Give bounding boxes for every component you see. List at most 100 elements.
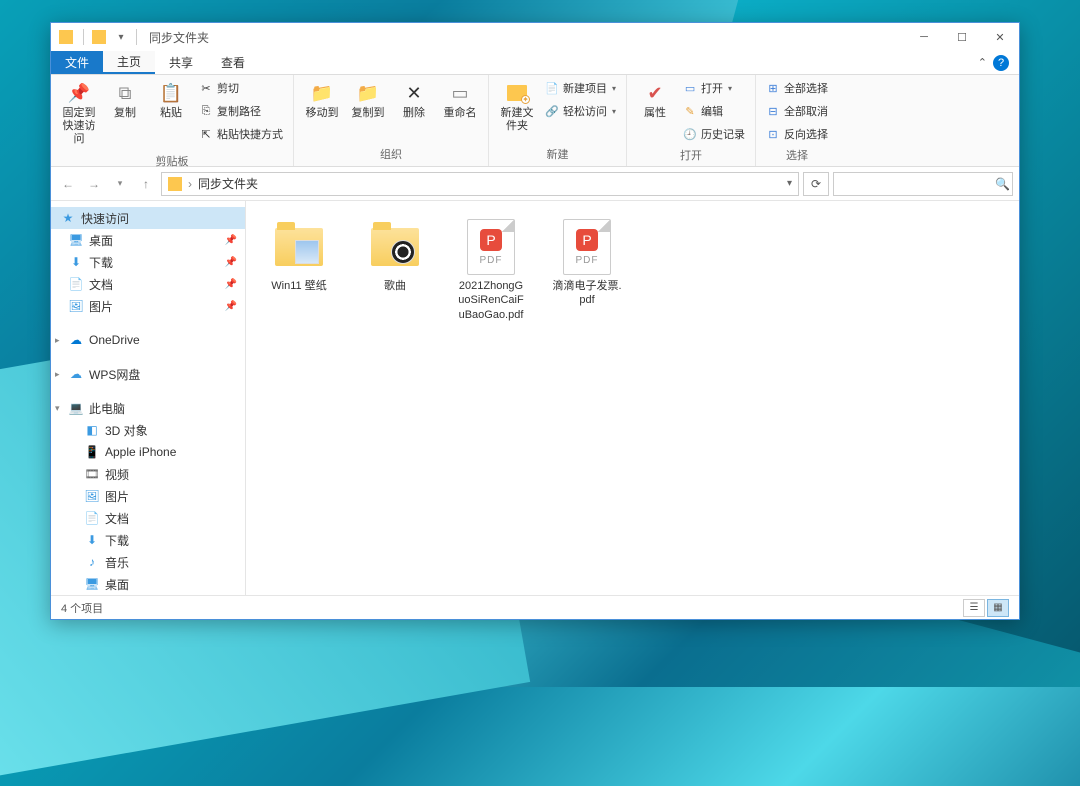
ribbon-group-open: ✔ 属性 ▭打开▾ ✎编辑 🕘历史记录 打开: [627, 75, 756, 166]
tab-share[interactable]: 共享: [155, 51, 207, 74]
invert-selection-button[interactable]: ⊡反向选择: [762, 123, 832, 145]
cut-button[interactable]: ✂剪切: [195, 77, 287, 99]
paste-shortcut-button[interactable]: ⇱粘贴快捷方式: [195, 123, 287, 145]
rename-icon: ▭: [448, 81, 472, 105]
folder-icon: [168, 177, 182, 191]
sidebar-item-downloads[interactable]: ⬇下载📌: [51, 251, 245, 273]
sidebar-item-music[interactable]: ♪音乐: [51, 551, 245, 573]
forward-button[interactable]: →: [83, 173, 105, 195]
sidebar-item-iphone[interactable]: 📱Apple iPhone: [51, 441, 245, 463]
qat-properties-icon[interactable]: [92, 30, 106, 44]
file-label: Win11 壁纸: [271, 279, 326, 293]
minimize-button[interactable]: ─: [905, 23, 943, 51]
file-item-pdf[interactable]: PPDF 滴滴电子发票.pdf: [548, 215, 626, 326]
details-view-button[interactable]: ☰: [963, 599, 985, 617]
easy-access-button[interactable]: 🔗轻松访问▾: [541, 100, 620, 122]
documents-icon: 📄: [69, 277, 83, 291]
sidebar-item-videos[interactable]: 🎞视频: [51, 463, 245, 485]
separator: [136, 29, 137, 45]
search-input[interactable]: [840, 177, 995, 191]
pin-quickaccess-button[interactable]: 📌 固定到快速访问: [57, 77, 101, 151]
maximize-button[interactable]: ☐: [943, 23, 981, 51]
file-item-folder[interactable]: 歌曲: [356, 215, 434, 326]
sidebar-item-documents2[interactable]: 📄文档: [51, 507, 245, 529]
chevron-right-icon[interactable]: ▸: [55, 335, 60, 346]
copy-path-button[interactable]: ⎘复制路径: [195, 100, 287, 122]
edit-button[interactable]: ✎编辑: [679, 100, 749, 122]
help-icon[interactable]: ?: [993, 55, 1009, 71]
group-label: 选择: [762, 145, 832, 165]
ribbon-group-clipboard: 📌 固定到快速访问 ⧉ 复制 📋 粘贴 ✂剪切 ⎘复制路径 ⇱粘贴快捷方式 剪贴…: [51, 75, 294, 166]
item-count: 4 个项目: [61, 600, 103, 616]
documents-icon: 📄: [85, 511, 99, 525]
sidebar-item-pictures2[interactable]: 🖼图片: [51, 485, 245, 507]
file-label: 2021ZhongGuoSiRenCaiFuBaoGao.pdf: [456, 279, 526, 322]
file-item-folder[interactable]: Win11 壁纸: [260, 215, 338, 326]
collapse-ribbon-icon[interactable]: ⌃: [978, 56, 987, 69]
chevron-right-icon: ›: [188, 177, 192, 191]
refresh-button[interactable]: ⟳: [803, 172, 829, 196]
delete-button[interactable]: ✕ 删除: [392, 77, 436, 124]
tab-file[interactable]: 文件: [51, 51, 103, 74]
search-box[interactable]: 🔍: [833, 172, 1013, 196]
pin-icon: 📌: [67, 81, 91, 105]
pin-icon: 📌: [225, 235, 237, 246]
back-button[interactable]: ←: [57, 173, 79, 195]
sidebar-item-downloads2[interactable]: ⬇下载: [51, 529, 245, 551]
sidebar-item-desktop[interactable]: 🖥桌面📌: [51, 229, 245, 251]
address-bar[interactable]: › 同步文件夹 ▾: [161, 172, 799, 196]
move-to-button[interactable]: 📁 移动到: [300, 77, 344, 124]
icons-view-button[interactable]: ▦: [987, 599, 1009, 617]
chevron-down-icon[interactable]: ▾: [55, 403, 60, 414]
sidebar-thispc[interactable]: ▾💻此电脑: [51, 397, 245, 419]
sidebar-item-documents[interactable]: 📄文档📌: [51, 273, 245, 295]
newitem-icon: 📄: [545, 81, 559, 95]
paste-icon: 📋: [159, 81, 183, 105]
ribbon-group-new: ✦ 新建文件夹 📄新建项目▾ 🔗轻松访问▾ 新建: [489, 75, 627, 166]
open-button[interactable]: ▭打开▾: [679, 77, 749, 99]
folder-icon: [367, 219, 423, 275]
copy-button[interactable]: ⧉ 复制: [103, 77, 147, 124]
properties-icon: ✔: [643, 81, 667, 105]
history-button[interactable]: 🕘历史记录: [679, 123, 749, 145]
sidebar-item-desktop2[interactable]: 🖥桌面: [51, 573, 245, 595]
new-folder-button[interactable]: ✦ 新建文件夹: [495, 77, 539, 137]
downloads-icon: ⬇: [69, 255, 83, 269]
select-all-button[interactable]: ⊞全部选择: [762, 77, 832, 99]
close-button[interactable]: ✕: [981, 23, 1019, 51]
file-list[interactable]: Win11 壁纸 歌曲 PPDF 2021ZhongGuoSiRenCaiFuB…: [246, 201, 1019, 595]
pictures-icon: 🖼: [69, 299, 83, 313]
shortcut-icon: ⇱: [199, 127, 213, 141]
sidebar-item-pictures[interactable]: 🖼图片📌: [51, 295, 245, 317]
tab-view[interactable]: 查看: [207, 51, 259, 74]
select-none-button[interactable]: ⊟全部取消: [762, 100, 832, 122]
statusbar: 4 个项目 ☰ ▦: [51, 595, 1019, 619]
copy-to-button[interactable]: 📁 复制到: [346, 77, 390, 124]
file-item-pdf[interactable]: PPDF 2021ZhongGuoSiRenCaiFuBaoGao.pdf: [452, 215, 530, 326]
chevron-down-icon[interactable]: ▾: [787, 178, 792, 189]
recent-dropdown[interactable]: ▾: [109, 173, 131, 195]
sidebar-wps[interactable]: ▸☁WPS网盘: [51, 363, 245, 385]
window-title: 同步文件夹: [149, 29, 209, 46]
desktop-icon: 🖥: [85, 577, 99, 591]
breadcrumb[interactable]: 同步文件夹: [198, 175, 258, 192]
sidebar-item-3d[interactable]: ◧3D 对象: [51, 419, 245, 441]
sidebar-onedrive[interactable]: ▸☁OneDrive: [51, 329, 245, 351]
chevron-right-icon[interactable]: ▸: [55, 369, 60, 380]
paste-button[interactable]: 📋 粘贴: [149, 77, 193, 124]
new-item-button[interactable]: 📄新建项目▾: [541, 77, 620, 99]
group-label: 打开: [633, 145, 749, 165]
pictures-icon: 🖼: [85, 489, 99, 503]
selectall-icon: ⊞: [766, 81, 780, 95]
sidebar-quickaccess[interactable]: ★ 快速访问: [51, 207, 245, 229]
moveto-icon: 📁: [310, 81, 334, 105]
history-icon: 🕘: [683, 127, 697, 141]
qat-dropdown-icon[interactable]: ▾: [114, 30, 128, 44]
ribbon-group-organize: 📁 移动到 📁 复制到 ✕ 删除 ▭ 重命名 组织: [294, 75, 489, 166]
search-icon[interactable]: 🔍: [995, 177, 1010, 191]
cube-icon: ◧: [85, 423, 99, 437]
up-button[interactable]: ↑: [135, 173, 157, 195]
properties-button[interactable]: ✔ 属性: [633, 77, 677, 124]
tab-home[interactable]: 主页: [103, 51, 155, 74]
rename-button[interactable]: ▭ 重命名: [438, 77, 482, 124]
